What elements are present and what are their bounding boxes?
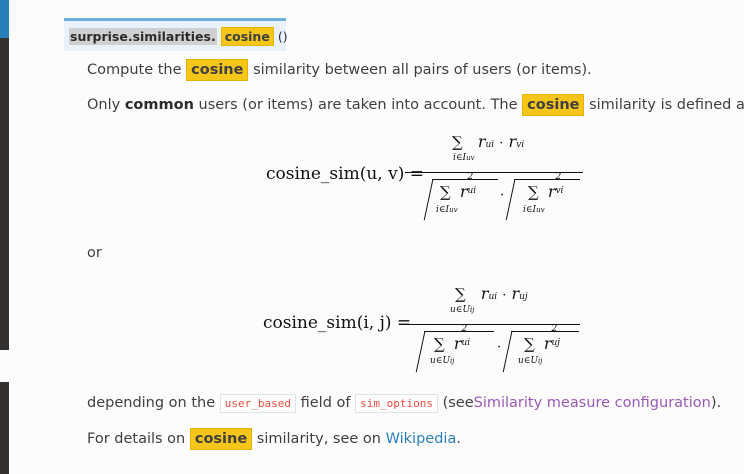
sum-symbol: ∑ — [524, 335, 535, 353]
definition-text-only: Only — [87, 97, 121, 113]
sum-index-subscript: uv — [536, 206, 545, 214]
intro-paragraph: Compute the cosine similarity between al… — [87, 59, 592, 81]
sum-index: i∈I — [436, 205, 450, 215]
depending-text-open: (see — [442, 395, 474, 411]
sum-index-subscript: ij — [450, 357, 455, 365]
function-signature: surprise.similarities. cosine () — [64, 18, 288, 51]
function-name: cosine — [220, 26, 274, 46]
formula1-numerator: ∑ rui · rvi — [452, 132, 524, 151]
or-text: or — [87, 245, 102, 261]
formula1-num-sum-index: i∈Iuv — [453, 153, 475, 163]
square-exponent: 2 — [461, 324, 468, 334]
function-parens: () — [277, 28, 288, 44]
details-text-end: . — [456, 431, 461, 447]
radical-sign — [423, 180, 434, 220]
formula1-den-right: ∑ r 2 vi — [528, 172, 563, 201]
module-prefix: surprise.similarities. — [69, 27, 217, 45]
rating-subscript: vi — [516, 140, 525, 150]
formula1-den-left-index: i∈Iuv — [436, 205, 458, 215]
definition-text-after: similarity is defined as: — [589, 97, 744, 113]
sum-index: i∈I — [523, 205, 537, 215]
definition-paragraph: Only common users (or items) are taken i… — [87, 94, 744, 116]
definition-text-middle: users (or items) are taken into account.… — [198, 97, 518, 113]
formula1-den-dot: · — [500, 188, 505, 203]
sum-index: u∈U — [430, 356, 451, 366]
depending-text-middle: field of — [300, 395, 351, 411]
rating-subscript: ui — [485, 140, 495, 150]
rating-subscript: uj — [551, 338, 561, 348]
depending-paragraph: depending on the user_based field of sim… — [87, 393, 721, 414]
formula2-den-right: ∑ r 2 uj — [524, 324, 560, 353]
details-text-before: For details on — [87, 431, 186, 447]
formula2-den-left: ∑ r 2 ui — [434, 324, 470, 353]
dot-operator: · — [499, 136, 504, 151]
radical-bar — [424, 331, 494, 332]
sum-index: u∈U — [518, 356, 539, 366]
sidebar-edge-lower — [0, 382, 9, 474]
radical-sign — [502, 332, 513, 372]
search-highlight: cosine — [186, 59, 249, 81]
formula2-den-dot: · — [497, 340, 502, 355]
rating-subscript: ui — [488, 292, 498, 302]
rating-subscript: vi — [555, 186, 564, 196]
sum-index: i∈I — [453, 153, 467, 163]
rating-symbol: r — [453, 334, 462, 353]
depending-text-before: depending on the — [87, 395, 216, 411]
definition-bold-common: common — [124, 97, 194, 113]
sum-symbol: ∑ — [455, 285, 466, 303]
sum-symbol: ∑ — [528, 183, 539, 201]
search-highlight: cosine — [189, 428, 253, 450]
square-exponent: 2 — [555, 172, 562, 182]
radical-bar — [514, 179, 580, 180]
dot-operator: · — [502, 288, 507, 303]
sum-symbol: ∑ — [440, 183, 451, 201]
sum-symbol: ∑ — [452, 133, 463, 151]
sidebar-accent — [0, 0, 9, 38]
rating-subscript: ui — [467, 186, 477, 196]
depending-text-close: ). — [710, 395, 722, 411]
sum-index-subscript: uv — [449, 206, 458, 214]
radical-sign — [505, 180, 516, 220]
rating-subscript: ui — [461, 338, 471, 348]
square-exponent: 2 — [467, 172, 474, 182]
radical-sign — [415, 332, 426, 372]
formula2-numerator: ∑ rui · ruj — [455, 284, 528, 303]
rating-symbol: r — [459, 182, 468, 201]
formula2-den-right-index: u∈Uij — [518, 356, 542, 366]
intro-text-before: Compute the — [87, 62, 182, 78]
sum-index: u∈U — [450, 305, 471, 315]
details-paragraph: For details on cosine similarity, see on… — [87, 428, 461, 450]
formula1-den-left: ∑ r 2 ui — [440, 172, 476, 201]
sum-index-subscript: ij — [470, 306, 475, 314]
rating-symbol: r — [511, 284, 520, 303]
sum-symbol: ∑ — [434, 335, 445, 353]
sidebar-edge — [0, 38, 9, 350]
intro-text-after: similarity between all pairs of users (o… — [253, 62, 592, 78]
details-text-middle: similarity, see on — [256, 431, 381, 447]
formula2-den-left-index: u∈Uij — [430, 356, 454, 366]
wikipedia-link[interactable]: Wikipedia — [386, 431, 457, 447]
sum-index-subscript: ij — [538, 357, 543, 365]
radical-bar — [432, 179, 498, 180]
square-exponent: 2 — [551, 324, 558, 334]
formula1-lhs: cosine_sim(u, v) = — [266, 164, 424, 184]
rating-symbol: r — [508, 132, 517, 151]
sum-index-subscript: uv — [466, 154, 475, 162]
similarity-config-link[interactable]: Similarity measure configuration — [474, 395, 711, 411]
rating-subscript: uj — [519, 292, 528, 302]
formula2-lhs: cosine_sim(i, j) = — [263, 313, 412, 333]
formula2-num-sum-index: u∈Uij — [450, 305, 474, 315]
search-highlight: cosine — [522, 94, 585, 116]
rating-symbol: r — [543, 334, 552, 353]
rating-symbol: r — [547, 182, 556, 201]
code-sim-options: sim_options — [355, 394, 438, 413]
formula1-den-right-index: i∈Iuv — [523, 205, 545, 215]
radical-bar — [511, 331, 579, 332]
code-user-based: user_based — [219, 394, 296, 413]
